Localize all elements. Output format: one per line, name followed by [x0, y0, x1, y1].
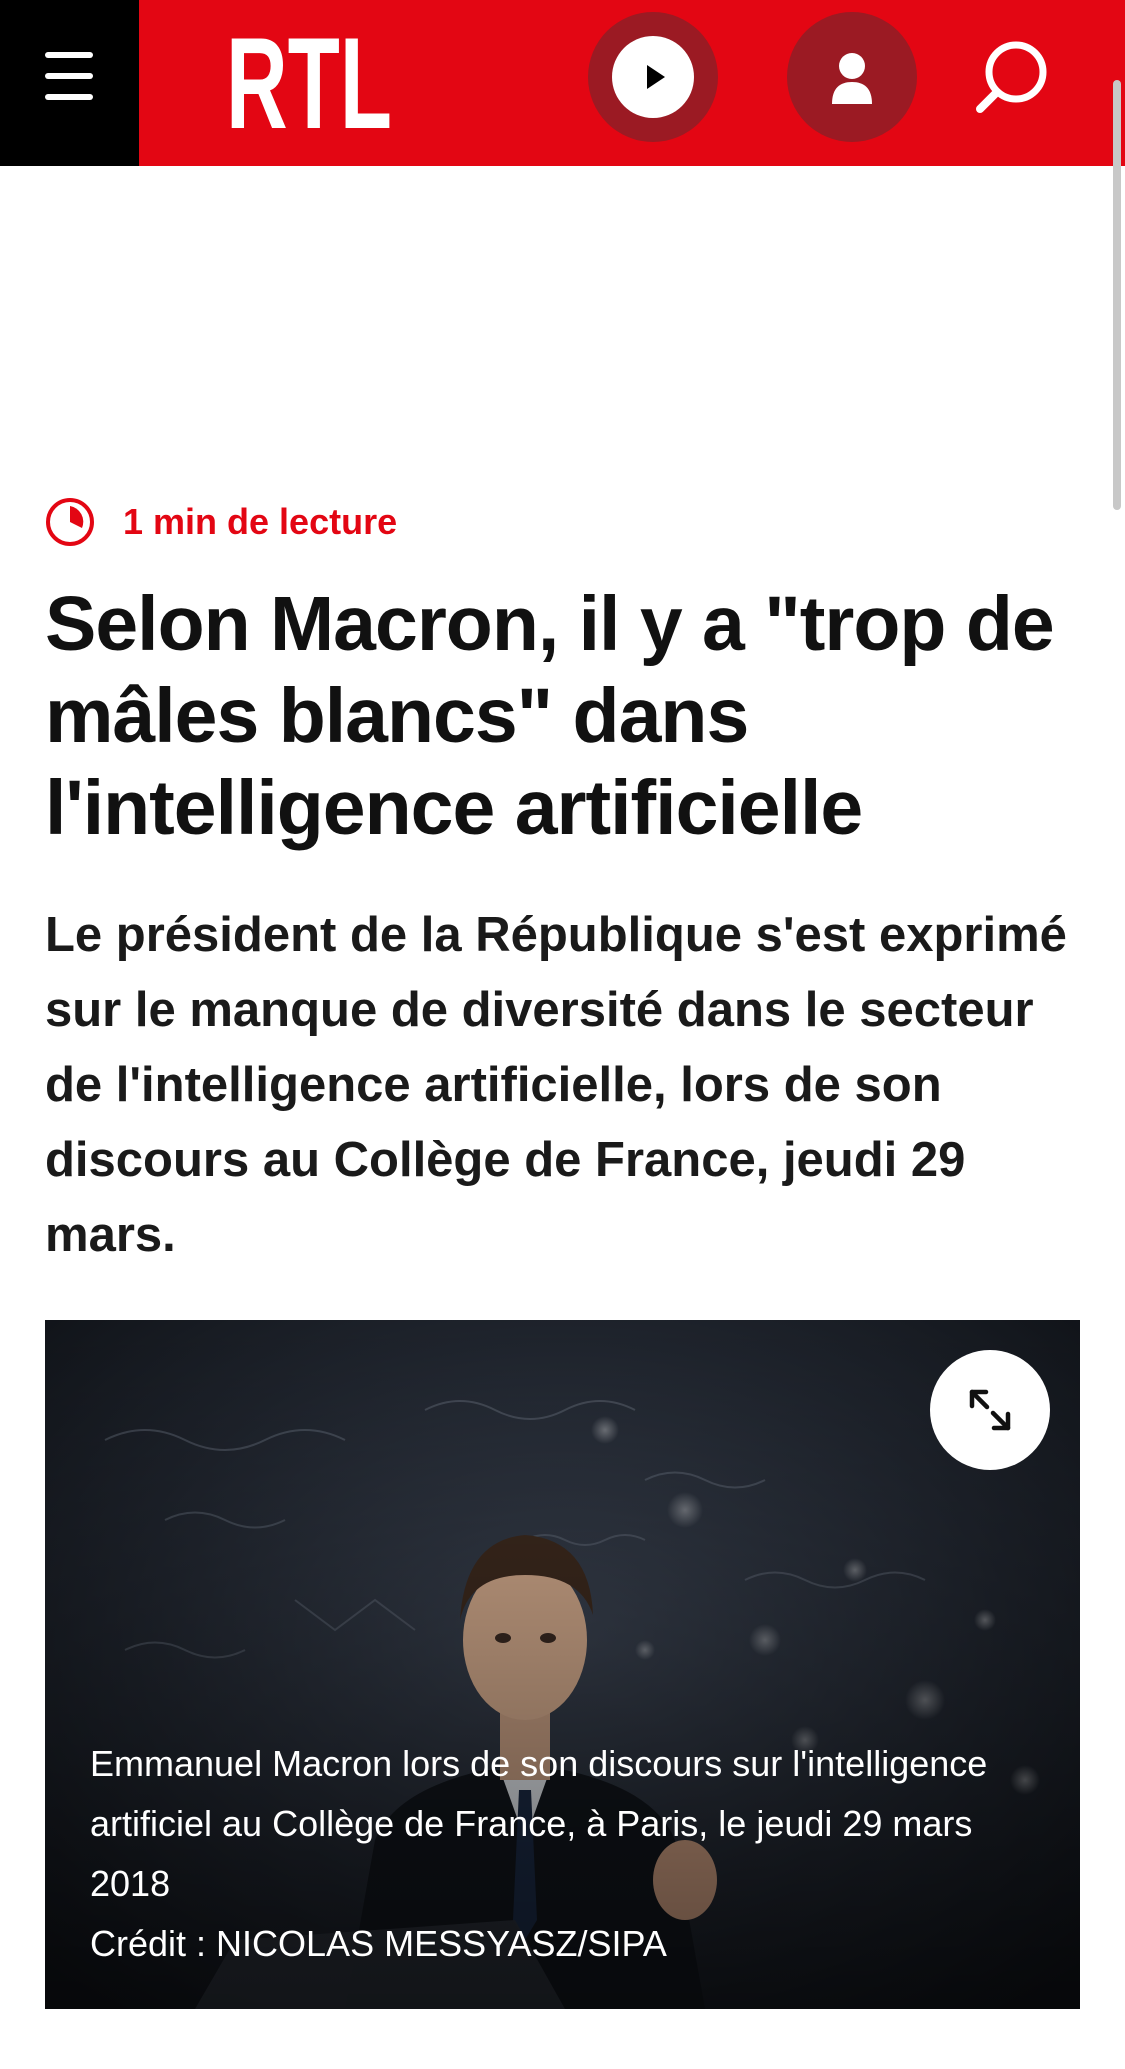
article-title: Selon Macron, il y a "trop de mâles blan…	[45, 581, 1055, 851]
live-play-button[interactable]	[588, 12, 718, 142]
image-caption: Emmanuel Macron lors de son discours sur…	[90, 1734, 1050, 1974]
account-button[interactable]	[787, 12, 917, 142]
page-scrollbar[interactable]	[1113, 80, 1121, 510]
play-icon	[612, 36, 694, 118]
menu-button[interactable]	[0, 0, 139, 166]
expand-image-button[interactable]	[930, 1350, 1050, 1470]
svg-text:RTL: RTL	[226, 18, 392, 138]
top-header: RTL	[0, 0, 1125, 166]
clock-icon	[46, 498, 94, 546]
photo-credit: Crédit : NICOLAS MESSYASZ/SIPA	[90, 1923, 667, 1964]
reading-time-label: 1 min de lecture	[123, 501, 398, 542]
caption-text: Emmanuel Macron lors de son discours sur…	[90, 1743, 988, 1904]
rtl-logo[interactable]: RTL	[226, 18, 392, 138]
user-icon	[832, 53, 872, 104]
expand-icon	[969, 1389, 1011, 1431]
article-lead: Le président de la République s'est expr…	[45, 908, 1067, 1262]
reading-time: 1 min de lecture	[45, 497, 397, 547]
article-image[interactable]: Emmanuel Macron lors de son discours sur…	[45, 1320, 1080, 2009]
search-icon[interactable]	[972, 38, 1052, 118]
